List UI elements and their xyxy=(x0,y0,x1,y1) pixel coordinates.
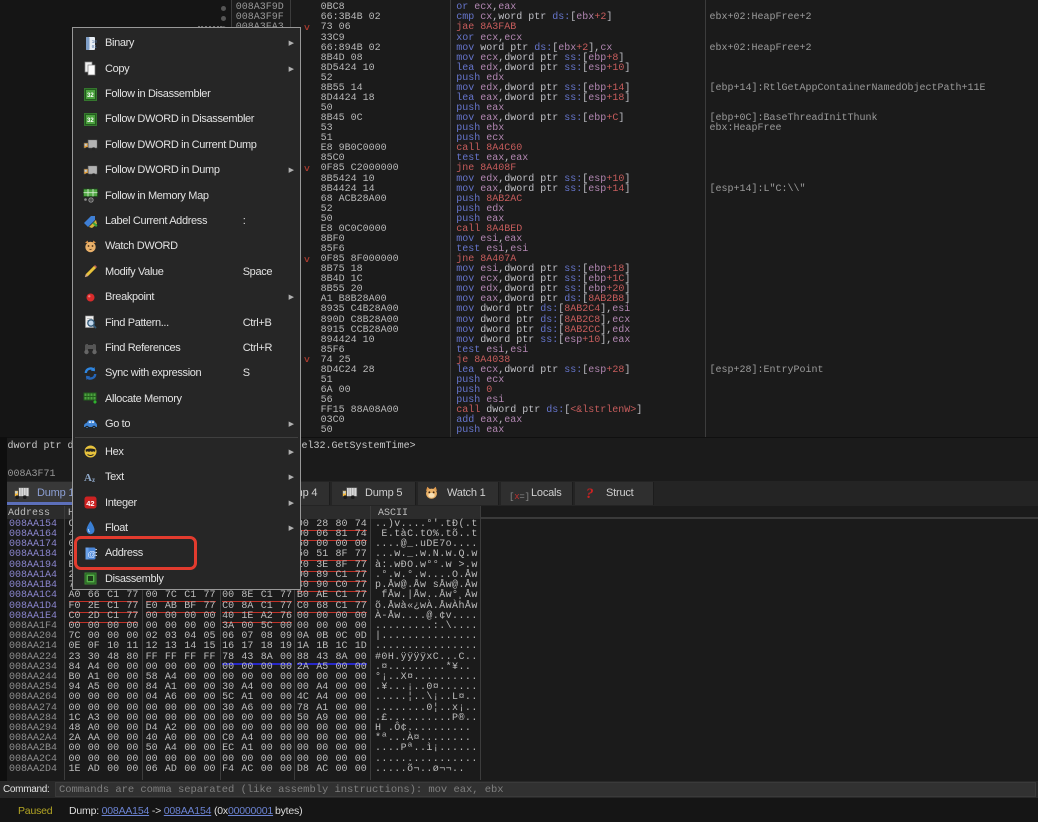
svg-text:32: 32 xyxy=(87,118,94,124)
svg-text:01: 01 xyxy=(92,44,98,50)
svg-text:z: z xyxy=(92,476,95,484)
svg-text:A: A xyxy=(84,472,92,484)
svg-text:32: 32 xyxy=(87,93,94,99)
svg-text:42: 42 xyxy=(86,499,94,508)
